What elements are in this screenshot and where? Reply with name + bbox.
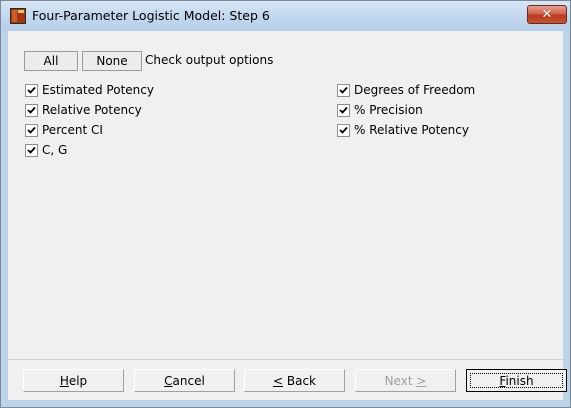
- app-icon: [10, 8, 26, 24]
- option-label: % Precision: [354, 103, 423, 117]
- option-label: Relative Potency: [42, 103, 142, 117]
- select-none-button[interactable]: None: [82, 51, 142, 71]
- checkmark-icon: [27, 126, 36, 134]
- close-icon: ✕: [541, 7, 553, 22]
- checkbox[interactable]: [337, 84, 350, 97]
- option-label: Degrees of Freedom: [354, 83, 476, 97]
- checkmark-icon: [27, 106, 36, 114]
- select-all-button[interactable]: All: [24, 51, 78, 71]
- footer-divider: [8, 359, 563, 360]
- options-hint: Check output options: [145, 53, 274, 67]
- checkbox[interactable]: [337, 124, 350, 137]
- cancel-button[interactable]: Cancel: [134, 369, 235, 392]
- checkbox[interactable]: [337, 104, 350, 117]
- checkmark-icon: [27, 86, 36, 94]
- window-title: Four-Parameter Logistic Model: Step 6: [32, 8, 270, 23]
- focus-rect: Finish: [470, 373, 563, 388]
- checkbox[interactable]: [25, 104, 38, 117]
- option-label: C, G: [42, 143, 68, 157]
- back-button[interactable]: < Back: [244, 369, 345, 392]
- close-button[interactable]: ✕: [527, 5, 567, 24]
- checkmark-icon: [339, 126, 348, 134]
- checkmark-icon: [339, 86, 348, 94]
- help-button[interactable]: Help: [23, 369, 124, 392]
- option-label: Estimated Potency: [42, 83, 154, 97]
- checkmark-icon: [339, 106, 348, 114]
- option-label: Percent CI: [42, 123, 103, 137]
- checkbox[interactable]: [25, 124, 38, 137]
- checkbox[interactable]: [25, 84, 38, 97]
- next-button[interactable]: Next >: [355, 369, 456, 392]
- title-bar[interactable]: Four-Parameter Logistic Model: Step 6 ✕: [1, 1, 570, 31]
- dialog-body: All None Check output options Estimated …: [8, 31, 567, 400]
- dialog-window: Four-Parameter Logistic Model: Step 6 ✕ …: [0, 0, 571, 408]
- option-label: % Relative Potency: [354, 123, 469, 137]
- checkmark-icon: [27, 146, 36, 154]
- checkbox[interactable]: [25, 144, 38, 157]
- finish-button[interactable]: Finish: [466, 369, 567, 392]
